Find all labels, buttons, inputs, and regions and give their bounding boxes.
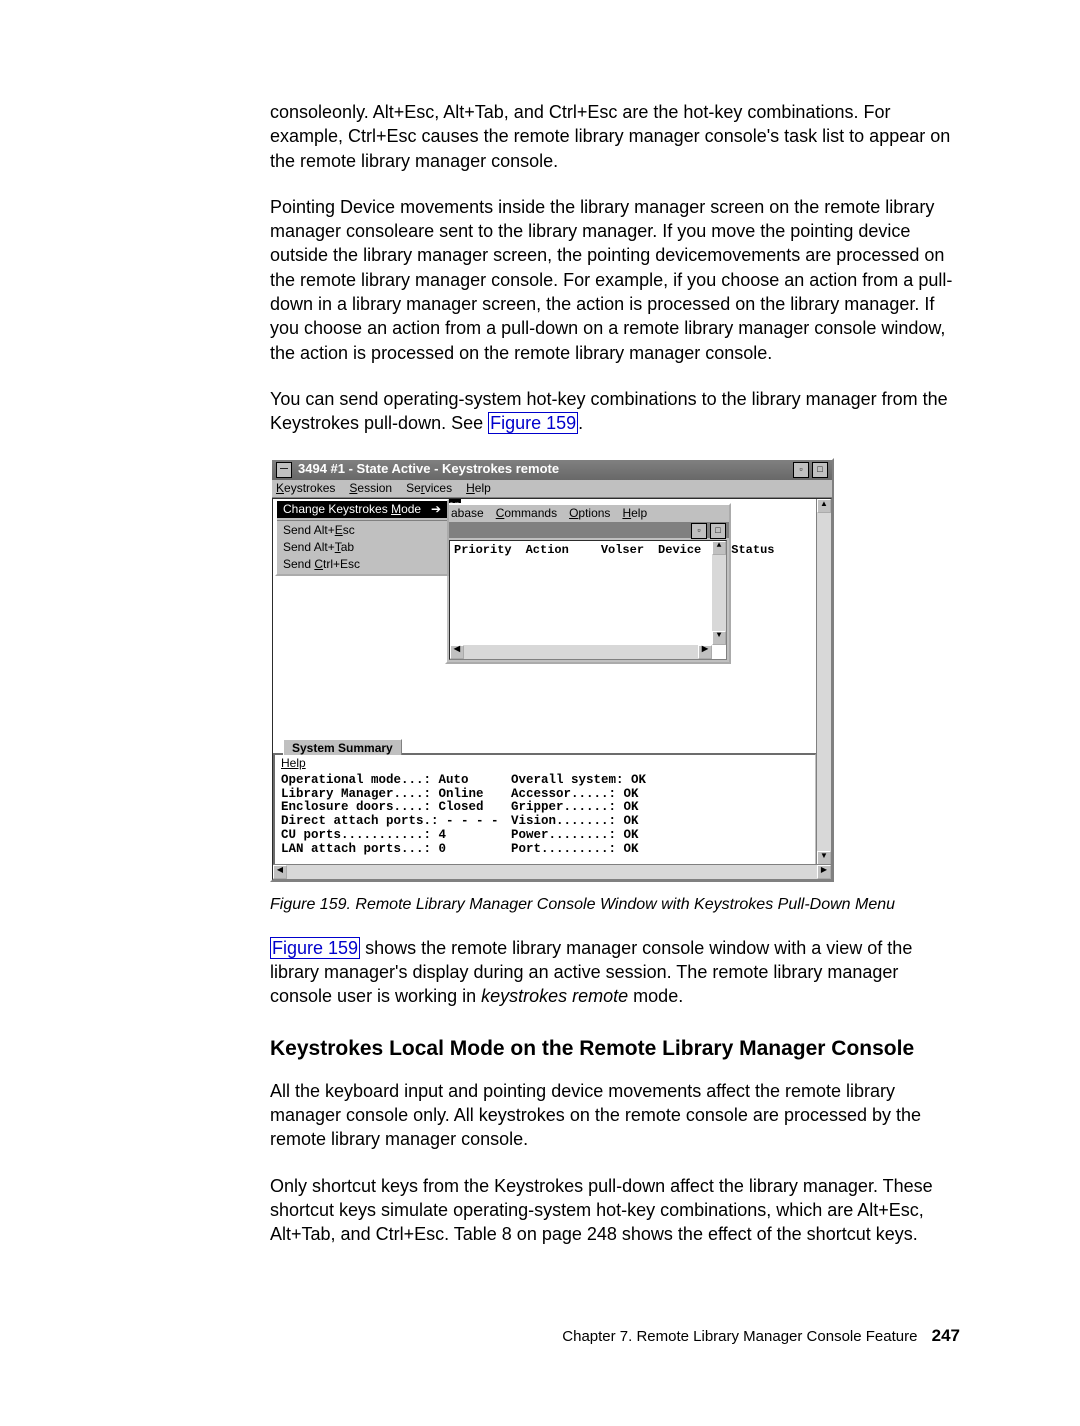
col-status: Status — [731, 544, 774, 557]
page-footer: Chapter 7. Remote Library Manager Consol… — [270, 1326, 960, 1346]
list-header-row: Priority Action Volser Device Status — [450, 541, 726, 560]
text-run: . — [578, 413, 583, 433]
col-volser: Volser — [601, 544, 644, 557]
summary-row: Operational mode...: AutoOverall system:… — [281, 774, 809, 788]
inner-horizontal-scrollbar[interactable]: ◀ ▶ — [450, 645, 712, 659]
inner-maximize-button[interactable]: □ — [710, 523, 726, 539]
scroll-down-icon[interactable]: ▼ — [817, 851, 831, 865]
body-paragraph: Only shortcut keys from the Keystrokes p… — [270, 1174, 960, 1247]
text-run: You can send operating-system hot-key co… — [270, 389, 948, 433]
menu-help[interactable]: Help — [466, 482, 491, 495]
body-paragraph: consoleonly. Alt+Esc, Alt+Tab, and Ctrl+… — [270, 100, 960, 173]
maximize-button[interactable]: □ — [812, 462, 828, 478]
window-title: 3494 #1 - State Active - Keystrokes remo… — [298, 462, 559, 476]
col-device: Device — [658, 544, 701, 557]
submenu-arrow-icon: ➔ — [431, 503, 441, 516]
body-paragraph: Figure 159 shows the remote library mana… — [270, 936, 960, 1009]
menu-change-mode[interactable]: Change Keystrokes Mode➔ — [277, 501, 447, 518]
scroll-up-icon[interactable]: ▲ — [712, 541, 726, 555]
scroll-up-icon[interactable]: ▲ — [817, 499, 831, 513]
scroll-right-icon[interactable]: ▶ — [817, 865, 831, 879]
figure-link[interactable]: Figure 159 — [488, 412, 578, 434]
menu-bar: Keystrokes Session Services Help — [272, 480, 832, 498]
scroll-right-icon[interactable]: ▶ — [698, 645, 712, 659]
system-menu-icon[interactable]: — — [276, 462, 292, 478]
client-area: Change Keystrokes Mode➔ Send Alt+Esc Sen… — [272, 498, 832, 880]
inner-titlebar: ▫ □ — [447, 522, 729, 538]
client-horizontal-scrollbar[interactable]: ◀ ▶ — [273, 864, 831, 879]
inner-menu-item[interactable]: Options — [569, 507, 610, 520]
menu-send-alt-tab[interactable]: Send Alt+Tab — [277, 539, 447, 556]
summary-row: Enclosure doors....: ClosedGripper......… — [281, 801, 809, 815]
scroll-left-icon[interactable]: ◀ — [450, 645, 464, 659]
inner-list: Priority Action Volser Device Status ▲ ▼… — [449, 540, 727, 660]
menu-send-alt-esc[interactable]: Send Alt+Esc — [277, 520, 447, 539]
figure-caption: Figure 159. Remote Library Manager Conso… — [270, 896, 960, 914]
summary-row: LAN attach ports...: 0Port.........: OK — [281, 843, 809, 857]
keystrokes-dropdown: Change Keystrokes Mode➔ Send Alt+Esc Sen… — [275, 499, 449, 576]
body-paragraph: Pointing Device movements inside the lib… — [270, 195, 960, 365]
footer-chapter: Chapter 7. Remote Library Manager Consol… — [562, 1328, 917, 1345]
body-paragraph: You can send operating-system hot-key co… — [270, 387, 960, 436]
summary-row: Direct attach ports.: - - - -Vision.....… — [281, 815, 809, 829]
footer-page-number: 247 — [932, 1326, 960, 1345]
inner-menu-bar: abase Commands Options Help — [447, 505, 729, 522]
col-action: Action — [526, 544, 569, 557]
section-heading: Keystrokes Local Mode on the Remote Libr… — [270, 1037, 960, 1061]
figure-link[interactable]: Figure 159 — [270, 937, 360, 959]
text-run: mode. — [628, 986, 683, 1006]
system-summary-tab[interactable]: System Summary — [283, 739, 402, 755]
inner-vertical-scrollbar[interactable]: ▲ ▼ — [712, 541, 726, 645]
minimize-button[interactable]: ▫ — [793, 462, 809, 478]
body-paragraph: All the keyboard input and pointing devi… — [270, 1079, 960, 1152]
rlmc-window: — 3494 #1 - State Active - Keystrokes re… — [270, 458, 834, 882]
scroll-down-icon[interactable]: ▼ — [712, 631, 726, 645]
menu-services[interactable]: Services — [406, 482, 452, 495]
menu-send-ctrl-esc[interactable]: Send Ctrl+Esc — [277, 556, 447, 573]
summary-help-menu[interactable]: Help — [281, 757, 809, 770]
window-titlebar: — 3494 #1 - State Active - Keystrokes re… — [272, 460, 832, 480]
inner-menu-item[interactable]: Help — [622, 507, 647, 520]
scroll-left-icon[interactable]: ◀ — [273, 865, 287, 879]
inner-minimize-button[interactable]: ▫ — [691, 523, 707, 539]
inner-menu-item[interactable]: Commands — [496, 507, 557, 520]
inner-menu-item[interactable]: abase — [451, 507, 484, 520]
col-priority: Priority — [454, 544, 512, 557]
summary-row: Library Manager....: OnlineAccessor.....… — [281, 788, 809, 802]
system-summary-pane: Help Operational mode...: AutoOverall sy… — [273, 753, 817, 880]
text-run-italic: keystrokes remote — [481, 986, 628, 1006]
menu-keystrokes[interactable]: Keystrokes — [276, 482, 335, 495]
menu-session[interactable]: Session — [349, 482, 392, 495]
inner-window: abase Commands Options Help ▫ □ Priority… — [445, 503, 731, 664]
client-vertical-scrollbar[interactable]: ▲ ▼ — [816, 499, 831, 865]
summary-row: CU ports...........: 4Power........: OK — [281, 829, 809, 843]
